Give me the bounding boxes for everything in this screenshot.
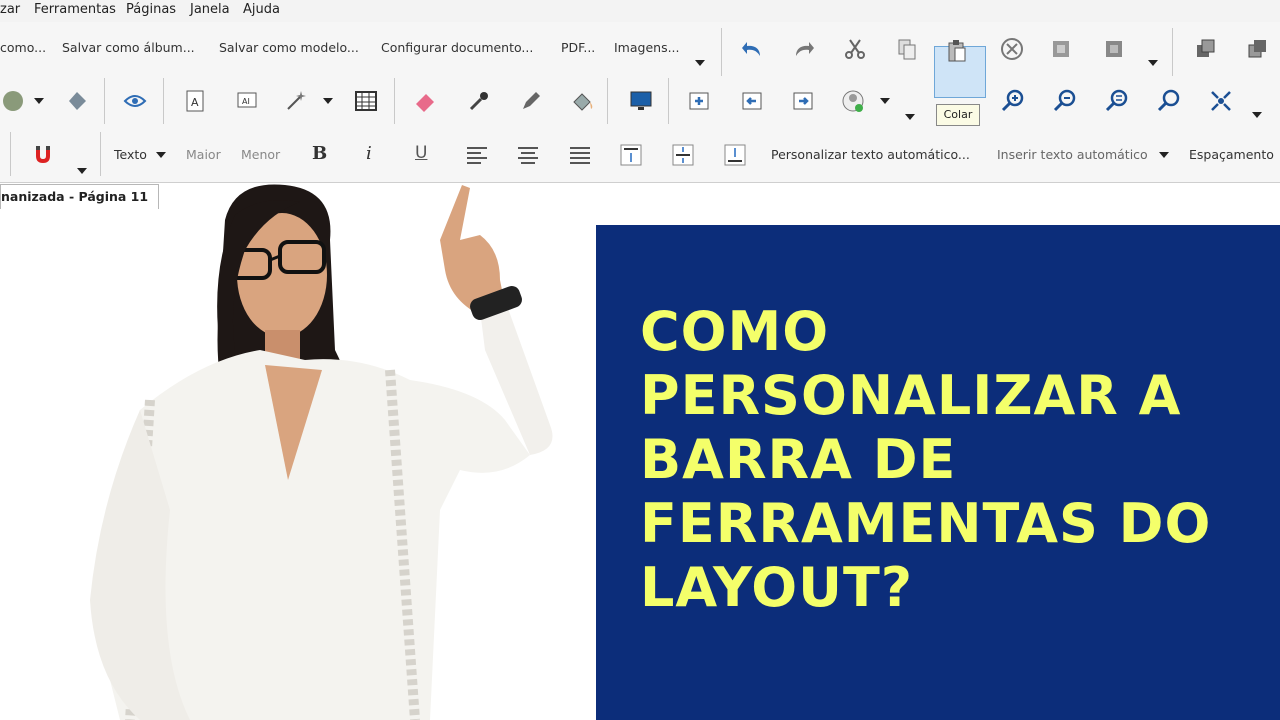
headline-line: COMO: [640, 300, 830, 363]
separator: [607, 78, 608, 124]
presenter-photo: [90, 184, 553, 720]
headline-line: FERRAMENTAS DO: [640, 492, 1212, 555]
eraser-icon[interactable]: [410, 86, 440, 116]
separator: [104, 78, 105, 124]
align-left-icon[interactable]: [462, 140, 492, 170]
cancel-icon[interactable]: [997, 34, 1027, 64]
smaller-button[interactable]: Menor: [241, 147, 280, 162]
chevron-down-icon[interactable]: [156, 152, 166, 158]
menu-item[interactable]: zar: [0, 2, 20, 17]
pen-icon[interactable]: [516, 86, 546, 116]
fullscreen-icon[interactable]: [1206, 86, 1236, 116]
menu-ferramentas[interactable]: Ferramentas: [34, 2, 116, 17]
toolbar-area: como... Salvar como álbum... Salvar como…: [0, 22, 1280, 183]
chevron-down-icon[interactable]: [1252, 112, 1262, 118]
add-page-icon[interactable]: [684, 86, 714, 116]
headline-line: BARRA DE: [640, 428, 957, 491]
layers-icon-2[interactable]: [1242, 34, 1272, 64]
puzzle-icon[interactable]: [1046, 34, 1076, 64]
palette-icon[interactable]: [0, 86, 30, 116]
headline: COMO PERSONALIZAR A BARRA DE FERRAMENTAS…: [640, 300, 1260, 620]
zoom-out-icon[interactable]: [1050, 86, 1080, 116]
menu-paginas[interactable]: Páginas: [126, 2, 176, 17]
copy-icon[interactable]: [892, 34, 922, 64]
next-page-icon[interactable]: [788, 86, 818, 116]
customize-autotext-button[interactable]: Personalizar texto automático...: [771, 147, 970, 162]
headline-line: PERSONALIZAR A: [640, 364, 1182, 427]
zoom-icon[interactable]: [1154, 86, 1184, 116]
separator: [394, 78, 395, 124]
eye-icon[interactable]: [120, 86, 150, 116]
valign-bottom-icon[interactable]: [720, 140, 750, 170]
gem-icon[interactable]: [62, 86, 92, 116]
menu-ajuda[interactable]: Ajuda: [243, 2, 280, 17]
monitor-icon[interactable]: [626, 86, 656, 116]
text-dropdown[interactable]: Texto: [114, 147, 147, 162]
headline-line: LAYOUT?: [640, 556, 914, 619]
svg-text:AI: AI: [242, 97, 250, 106]
layers-icon[interactable]: [1190, 34, 1220, 64]
bigger-button[interactable]: Maior: [186, 147, 221, 162]
menu-janela[interactable]: Janela: [190, 2, 230, 17]
chevron-down-icon[interactable]: [34, 98, 44, 104]
redo-icon[interactable]: [788, 34, 818, 64]
chevron-down-icon[interactable]: [880, 98, 890, 104]
zoom-in-icon[interactable]: [998, 86, 1028, 116]
separator: [1172, 28, 1173, 76]
menu-bar: zar Ferramentas Páginas Janela Ajuda: [0, 0, 1280, 22]
align-right-icon[interactable]: [565, 140, 595, 170]
chevron-down-icon[interactable]: [1148, 60, 1158, 66]
bold-button[interactable]: B: [312, 143, 327, 164]
svg-text:A: A: [191, 96, 199, 109]
text-frame-icon[interactable]: A: [180, 86, 210, 116]
tooltip: Colar: [936, 104, 980, 126]
save-as-template-button[interactable]: Salvar como modelo...: [219, 40, 359, 55]
save-as-album-button[interactable]: Salvar como álbum...: [62, 40, 195, 55]
save-as-button[interactable]: como...: [0, 40, 46, 55]
separator: [163, 78, 164, 124]
valign-middle-icon[interactable]: [668, 140, 698, 170]
separator: [721, 28, 722, 76]
spacing-dropdown[interactable]: Espaçamento: [1189, 147, 1274, 162]
separator: [10, 132, 11, 176]
puzzle-icon-2[interactable]: [1099, 34, 1129, 64]
fill-icon[interactable]: [568, 86, 598, 116]
user-icon[interactable]: [838, 86, 868, 116]
table-icon[interactable]: [351, 86, 381, 116]
magic-wand-icon[interactable]: [281, 86, 311, 116]
align-center-icon[interactable]: [513, 140, 543, 170]
eyedropper-icon[interactable]: [464, 86, 494, 116]
pdf-button[interactable]: PDF...: [561, 40, 595, 55]
underline-button[interactable]: U: [415, 143, 427, 163]
chevron-down-icon[interactable]: [905, 114, 915, 120]
chevron-down-icon[interactable]: [695, 60, 705, 66]
image-frame-icon[interactable]: AI: [232, 86, 262, 116]
chevron-down-icon[interactable]: [77, 168, 87, 174]
zoom-fit-icon[interactable]: [1102, 86, 1132, 116]
document-setup-button[interactable]: Configurar documento...: [381, 40, 533, 55]
separator: [100, 132, 101, 176]
insert-autotext-dropdown[interactable]: Inserir texto automático: [997, 147, 1148, 162]
images-button[interactable]: Imagens...: [614, 40, 680, 55]
italic-button[interactable]: i: [366, 143, 372, 164]
paste-icon[interactable]: [942, 36, 972, 66]
chevron-down-icon[interactable]: [1159, 152, 1169, 158]
separator: [668, 78, 669, 124]
valign-top-icon[interactable]: [616, 140, 646, 170]
cut-icon[interactable]: [840, 34, 870, 64]
chevron-down-icon[interactable]: [323, 98, 333, 104]
magnet-icon[interactable]: [28, 140, 58, 170]
undo-icon[interactable]: [738, 34, 768, 64]
prev-page-icon[interactable]: [737, 86, 767, 116]
